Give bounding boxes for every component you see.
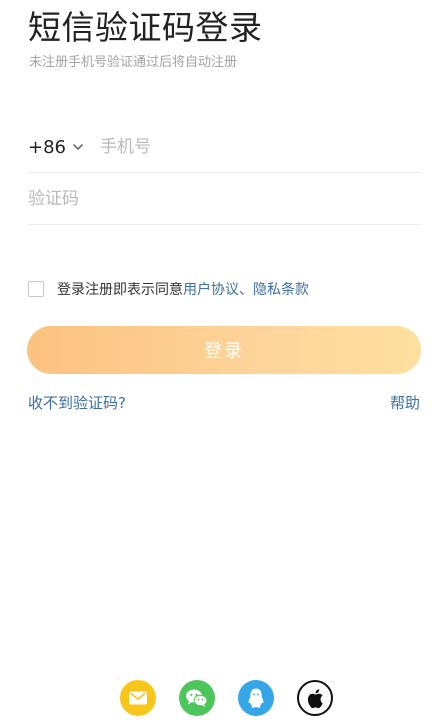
country-code-selector[interactable]: +86 [28,137,66,158]
code-field-row [28,174,421,225]
phone-input[interactable] [100,137,421,157]
agreement-text: 登录注册即表示同意 [57,282,183,298]
privacy-policy-link[interactable]: 隐私条款 [253,279,309,299]
chevron-down-icon[interactable] [72,143,84,151]
page-title: 短信验证码登录 [28,8,263,47]
agreement-separator: 、 [239,282,253,298]
wechat-icon[interactable] [179,680,215,716]
social-login-row [120,680,333,716]
phone-field-row: +86 [28,122,421,173]
qq-icon[interactable] [238,680,274,716]
mail-icon[interactable] [120,680,156,716]
user-agreement-link[interactable]: 用户协议 [183,279,239,299]
help-link[interactable]: 帮助 [390,392,420,413]
verification-code-input[interactable] [28,189,421,209]
login-button[interactable]: 登录 [27,326,421,374]
agreement-row: 登录注册即表示同意 用户协议、隐私条款 [28,278,309,300]
apple-icon[interactable] [297,680,333,716]
page-subtitle: 未注册手机号验证通过后将自动注册 [29,55,238,70]
agreement-checkbox[interactable] [28,281,44,297]
no-code-link[interactable]: 收不到验证码? [28,392,126,413]
